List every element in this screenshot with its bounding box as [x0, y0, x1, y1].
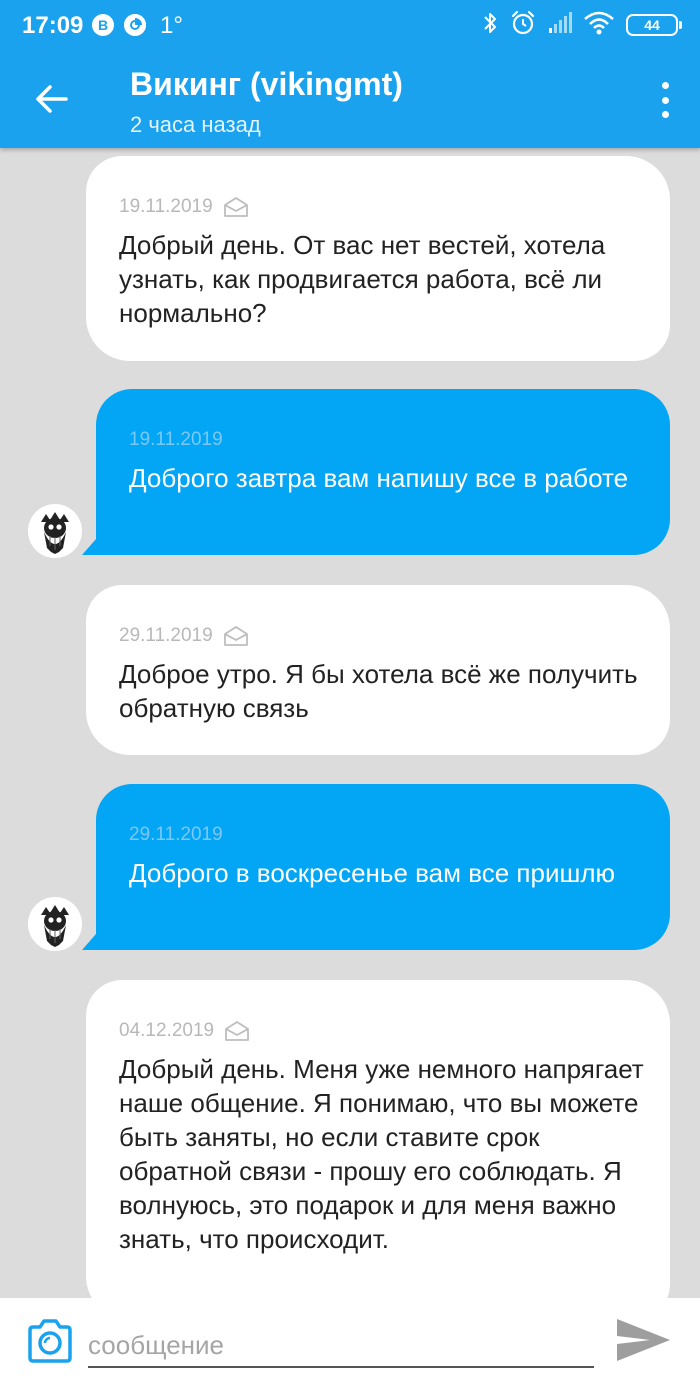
- camera-icon: [28, 1319, 72, 1363]
- message-incoming: 19.11.2019 Добрый день. От вас нет весте…: [86, 156, 670, 361]
- message-date: 19.11.2019: [119, 196, 213, 217]
- avatar[interactable]: [28, 504, 82, 558]
- message-date: 29.11.2019: [129, 824, 223, 845]
- bluetooth-icon: [482, 11, 498, 40]
- message-text: Добрый день. От вас нет вестей, хотела у…: [119, 230, 606, 328]
- vk-icon: В: [92, 14, 114, 36]
- message-date-row: 29.11.2019: [119, 625, 249, 647]
- message-text: Доброго завтра вам напишу все в работе: [129, 463, 629, 493]
- message-date-row: 04.12.2019: [119, 1020, 250, 1042]
- status-icons: 44: [482, 10, 682, 41]
- avatar[interactable]: [28, 897, 82, 951]
- camera-button[interactable]: [26, 1318, 74, 1364]
- viking-skull-icon: [41, 905, 69, 947]
- envelope-open-icon: [225, 1021, 249, 1041]
- status-bar: 17:09 В 1° 44: [0, 0, 700, 50]
- message-outgoing: 19.11.2019 Доброго завтра вам напишу все…: [82, 389, 670, 555]
- message-outgoing: 29.11.2019 Доброго в воскресенье вам все…: [82, 784, 670, 950]
- message-date: 04.12.2019: [119, 1020, 215, 1041]
- message-incoming: 29.11.2019 Доброе утро. Я бы хотела всё …: [86, 585, 670, 755]
- message-date: 29.11.2019: [119, 625, 213, 646]
- send-button[interactable]: [614, 1316, 672, 1364]
- message-text: Доброе утро. Я бы хотела всё же получить…: [119, 659, 638, 723]
- message-date-row: 19.11.2019: [119, 196, 249, 218]
- message-list[interactable]: 19.11.2019 Добрый день. От вас нет весте…: [0, 148, 700, 1298]
- message-incoming: 04.12.2019 Добрый день. Меня уже немного…: [86, 980, 670, 1298]
- back-button[interactable]: [28, 76, 74, 122]
- battery-icon: 44: [626, 14, 682, 36]
- arrow-left-icon: [36, 85, 68, 113]
- sync-icon: [124, 14, 146, 36]
- last-seen-status: 2 часа назад: [130, 112, 261, 137]
- message-date: 19.11.2019: [129, 429, 223, 450]
- chat-title: Викинг (vikingmt): [130, 66, 403, 102]
- message-text: Доброго в воскресенье вам все пришлю: [129, 858, 616, 888]
- signal-icon: [548, 11, 572, 39]
- app-header: 17:09 В 1° 44 Викинг (vikingmt) 2 часа н…: [0, 0, 700, 148]
- status-temperature: 1°: [160, 12, 183, 39]
- envelope-open-icon: [223, 626, 248, 646]
- wifi-icon: [584, 11, 614, 40]
- viking-skull-icon: [41, 512, 69, 554]
- send-icon: [617, 1319, 670, 1361]
- more-menu-button[interactable]: [656, 78, 674, 122]
- message-composer: [0, 1298, 700, 1400]
- message-text: Добрый день. Меня уже немного напрягает …: [119, 1054, 644, 1254]
- alarm-icon: [510, 10, 536, 41]
- app-bar: Викинг (vikingmt) 2 часа назад: [0, 50, 700, 148]
- message-date-row: 29.11.2019: [129, 824, 223, 846]
- message-date-row: 19.11.2019: [129, 429, 223, 451]
- more-vert-icon: [661, 82, 669, 89]
- message-input[interactable]: [88, 1324, 594, 1368]
- envelope-open-icon: [223, 197, 248, 217]
- status-time: 17:09: [22, 12, 84, 39]
